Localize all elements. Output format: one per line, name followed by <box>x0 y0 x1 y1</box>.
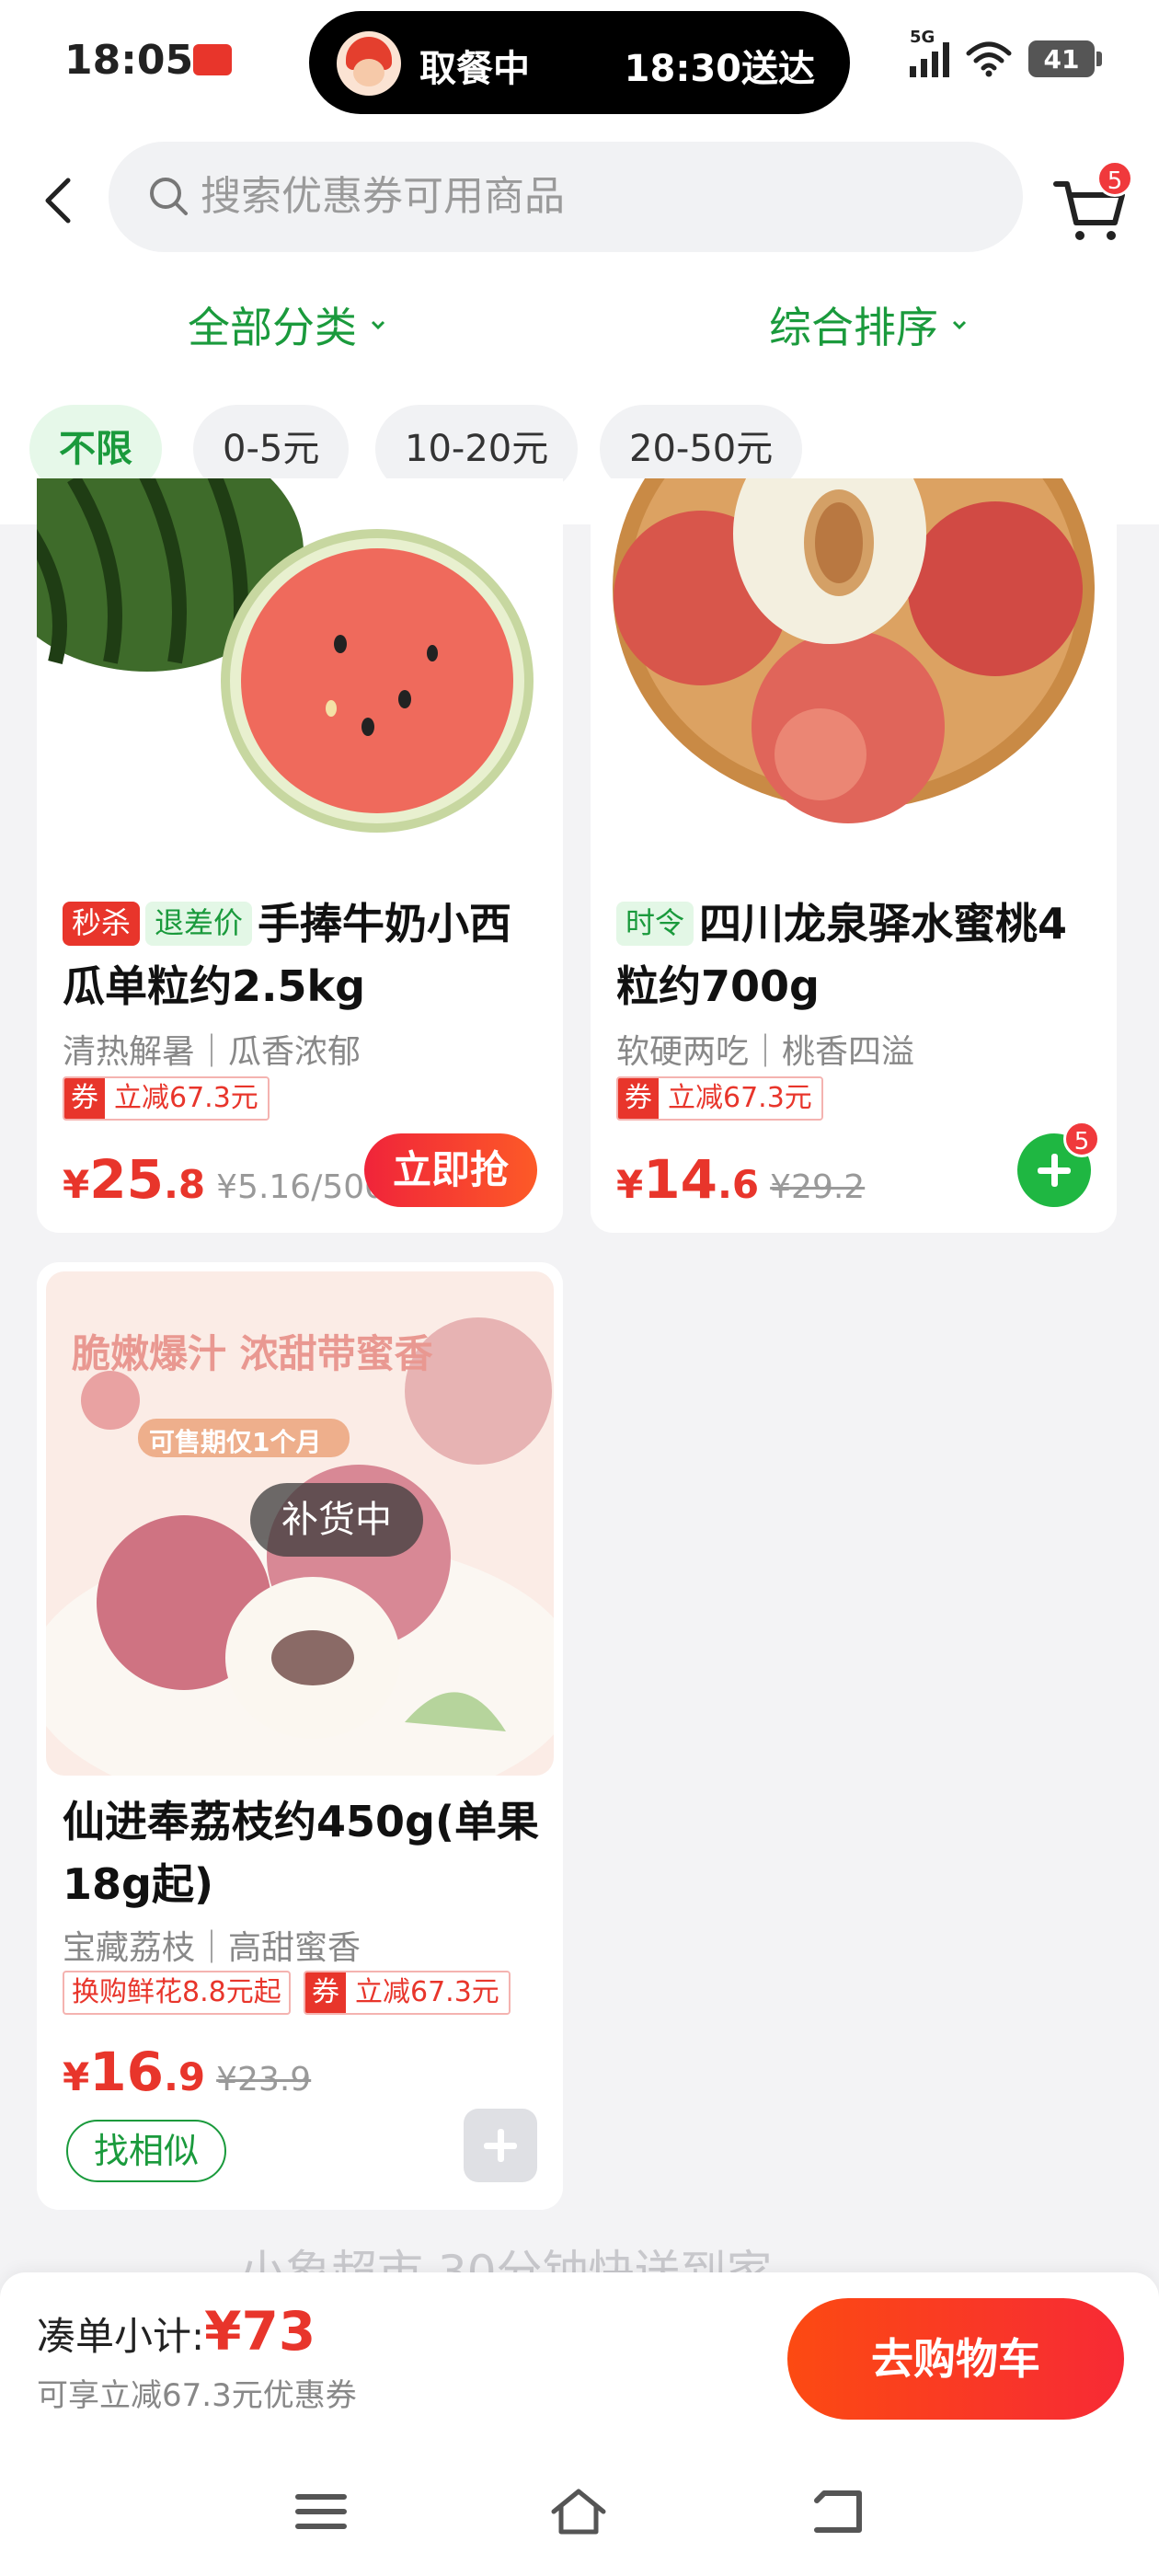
checkout-bar: 凑单小计:¥73 可享立减67.3元优惠券 去购物车 <box>0 2272 1159 2447</box>
battery-icon: 41 <box>1028 40 1102 77</box>
back-icon[interactable] <box>806 2484 870 2539</box>
app-notification-icon <box>193 44 232 75</box>
status-icons: 5G 41 <box>910 28 1102 77</box>
signal-icon: 5G <box>910 28 949 77</box>
chevron-down-icon <box>371 320 385 330</box>
subtotal-amount: ¥73 <box>204 2300 316 2363</box>
product-title: 秒杀 退差价 手捧牛奶小西瓜单粒约2.5kg <box>63 892 541 1018</box>
search-icon <box>150 178 188 215</box>
coupon-tag: 券 立减67.3元 <box>616 1076 823 1121</box>
savings-text: 可享立减67.3元优惠券 <box>37 2377 357 2414</box>
delivery-eta: 18:30送达 <box>624 48 815 90</box>
search-input[interactable] <box>201 142 992 252</box>
find-similar-button[interactable]: 找相似 <box>66 2120 227 2182</box>
delivery-status: 取餐中 <box>419 48 530 90</box>
back-arrow-icon[interactable] <box>33 173 88 228</box>
courier-avatar-icon <box>337 31 401 96</box>
category-filter-label: 全部分类 <box>188 303 357 352</box>
coupon-label: 券 <box>618 1078 659 1119</box>
product-title: 仙进奉荔枝约450g(单果18g起) <box>63 1797 539 1909</box>
status-bar: 18:05 取餐中 18:30送达 5G 41 <box>0 0 1159 129</box>
currency-symbol: ¥ <box>63 2054 90 2099</box>
system-nav-bar <box>0 2447 1159 2576</box>
price-integer: 25 <box>89 1148 164 1211</box>
wifi-icon <box>966 41 1012 77</box>
live-activity-pill[interactable]: 取餐中 18:30送达 <box>309 11 850 114</box>
chevron-down-icon <box>952 320 967 330</box>
menu-icon[interactable] <box>289 2484 353 2539</box>
image-badge-text: 可售期仅1个月 <box>149 1427 322 1457</box>
price-decimal: .9 <box>163 2054 206 2099</box>
sort-filter-label: 综合排序 <box>769 303 938 352</box>
original-price: ¥29.2 <box>770 1168 866 1206</box>
product-price: ¥14.6 ¥29.2 <box>616 1148 865 1211</box>
price-decimal: .6 <box>717 1162 760 1207</box>
product-price: ¥25.8 ¥5.16/500g <box>63 1148 407 1211</box>
coupon-label: 券 <box>64 1078 105 1119</box>
filter-bar: 全部分类 综合排序 <box>0 267 1159 396</box>
search-header: 5 <box>0 129 1159 267</box>
original-price: ¥23.9 <box>216 2061 312 2099</box>
coupon-value: 立减67.3元 <box>659 1078 821 1119</box>
flash-sale-tag: 秒杀 <box>63 902 141 946</box>
product-price: ¥16.9 ¥23.9 <box>63 2041 311 2103</box>
price-protect-tag: 退差价 <box>145 902 253 946</box>
promo-tag: 换购鲜花8.8元起 <box>63 1971 291 2015</box>
add-to-cart-button-disabled <box>464 2109 537 2182</box>
sort-filter[interactable]: 综合排序 <box>769 294 968 355</box>
product-card[interactable]: 脆嫩爆汁 浓甜带蜜香 可售期仅1个月 补货中 仙进奉荔枝约450g(单果18g起… <box>37 1262 563 2210</box>
coupon-value: 立减67.3元 <box>105 1078 268 1119</box>
product-card[interactable]: 秒杀 退差价 手捧牛奶小西瓜单粒约2.5kg 清热解暑｜瓜香浓郁 券 立减67.3元… <box>37 478 563 1233</box>
buy-now-button[interactable]: 立即抢 <box>364 1133 537 1207</box>
home-icon[interactable] <box>546 2484 611 2539</box>
restocking-overlay: 补货中 <box>250 1483 423 1557</box>
peach-image <box>591 478 1117 865</box>
price-integer: 14 <box>643 1148 717 1211</box>
item-count-badge: 5 <box>1063 1121 1100 1157</box>
product-card[interactable]: 时令 四川龙泉驿水蜜桃4粒约700g 软硬两吃｜桃香四溢 券 立减67.3元 ¥1… <box>591 478 1117 1233</box>
network-type: 5G <box>910 28 935 47</box>
price-integer: 16 <box>89 2041 164 2103</box>
subtotal: 凑单小计:¥73 <box>37 2300 316 2363</box>
coupon-tag: 券 立减67.3元 <box>63 1076 270 1121</box>
product-subtitle: 软硬两吃｜桃香四溢 <box>616 1033 915 1071</box>
status-time: 18:05 <box>64 37 194 84</box>
coupon-value: 立减67.3元 <box>346 1972 509 2013</box>
cart-count-badge: 5 <box>1096 160 1133 197</box>
coupon-tag: 券 立减67.3元 <box>304 1971 511 2015</box>
search-bar[interactable] <box>109 142 1023 252</box>
currency-symbol: ¥ <box>63 1162 90 1207</box>
coupon-label: 券 <box>305 1972 346 2013</box>
product-title: 时令 四川龙泉驿水蜜桃4粒约700g <box>616 892 1095 1018</box>
product-subtitle: 宝藏荔枝｜高甜蜜香 <box>63 1929 361 1967</box>
watermelon-image <box>37 478 563 865</box>
category-filter[interactable]: 全部分类 <box>188 294 386 355</box>
go-to-cart-button[interactable]: 去购物车 <box>787 2298 1124 2420</box>
subtotal-label: 凑单小计: <box>37 2314 205 2359</box>
currency-symbol: ¥ <box>616 1162 644 1207</box>
seasonal-tag: 时令 <box>616 902 694 946</box>
product-subtitle: 清热解暑｜瓜香浓郁 <box>63 1033 361 1071</box>
price-decimal: .8 <box>163 1162 206 1207</box>
image-banner-text: 脆嫩爆汁 浓甜带蜜香 <box>72 1331 433 1376</box>
